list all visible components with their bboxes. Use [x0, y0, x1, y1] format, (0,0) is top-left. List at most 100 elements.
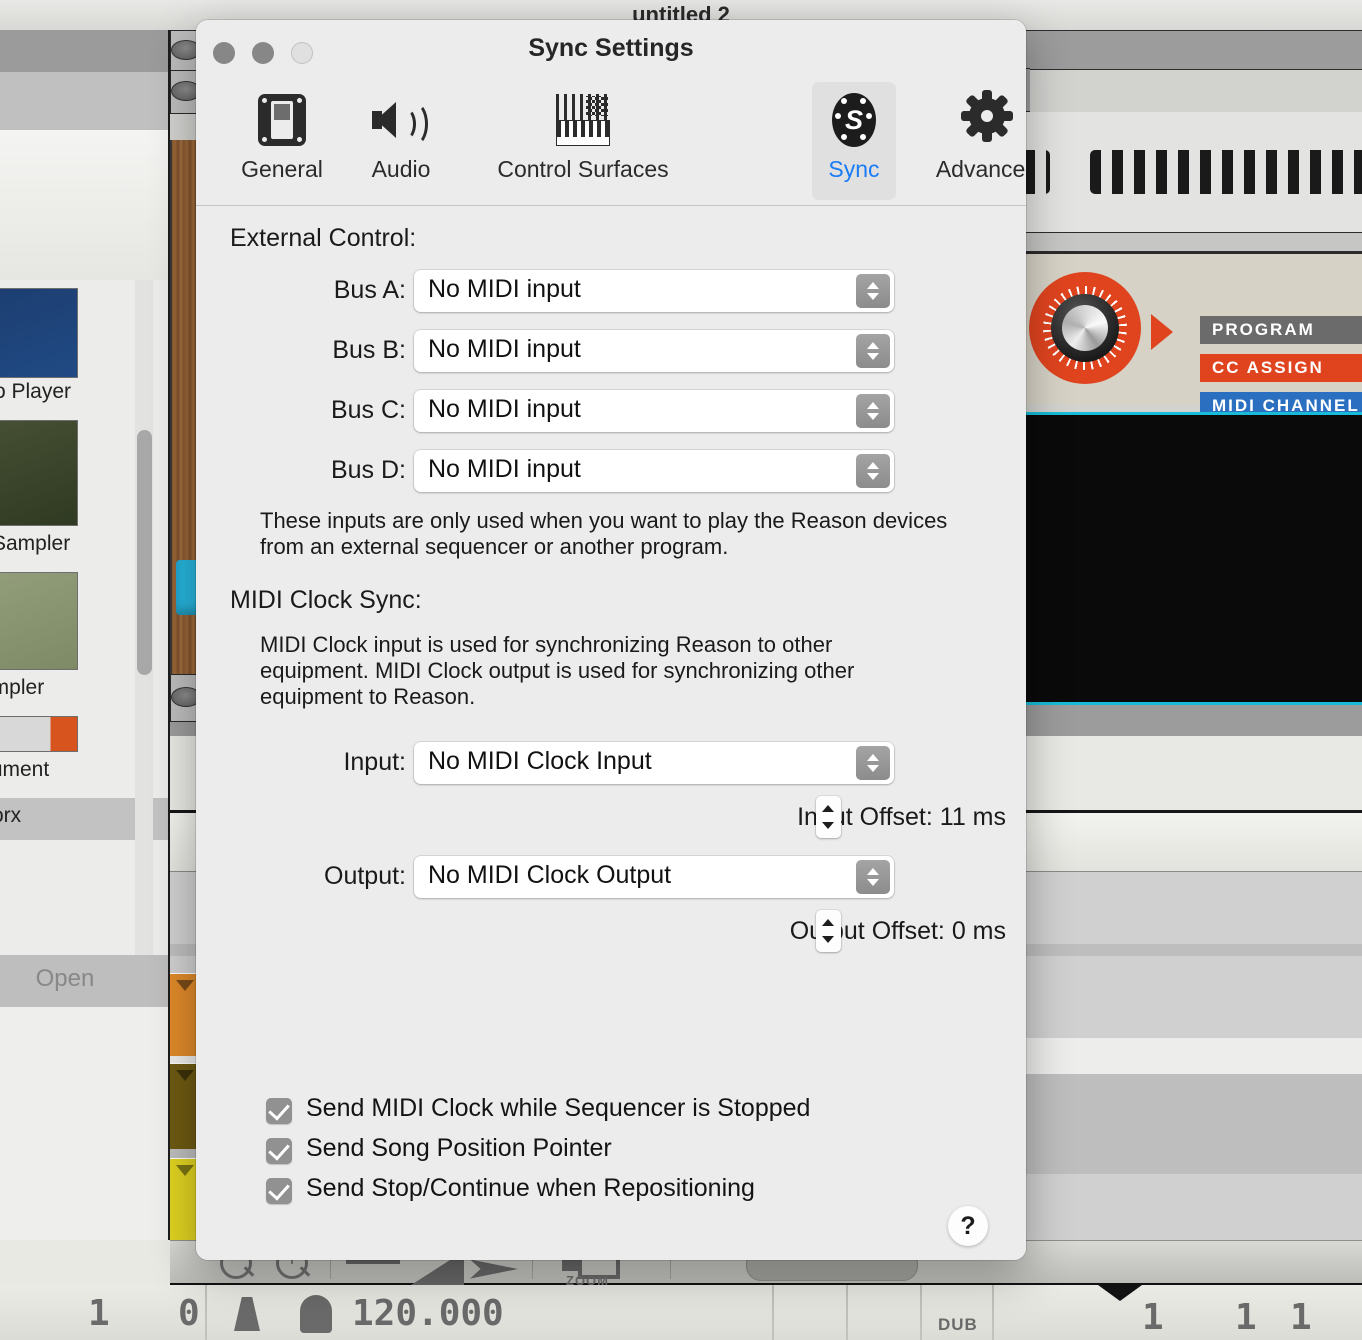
position-bar-value[interactable]: 1 [88, 1293, 110, 1334]
clock-output-select[interactable]: No MIDI Clock Output [414, 856, 894, 898]
bus-c-label: Bus C: [330, 396, 406, 424]
track-color-strip[interactable] [170, 1158, 198, 1243]
bus-d-value: No MIDI input [428, 455, 581, 483]
midi-knob[interactable] [1029, 272, 1141, 384]
transport-bar: 1 0 120.000 DUB 1 1 1 [0, 1285, 1362, 1340]
browser-search-bar: Search [0, 130, 168, 364]
external-control-note-line2: from an external sequencer or another pr… [260, 534, 729, 559]
tab-audio[interactable]: Audio [348, 82, 454, 200]
tab-control-surfaces[interactable]: Control Surfaces [460, 82, 706, 200]
chevron-updown-icon[interactable] [856, 274, 890, 308]
tempo-value[interactable]: 120.000 [352, 1293, 504, 1334]
bus-c-select[interactable]: No MIDI input [414, 390, 894, 432]
browser-topbar [0, 30, 168, 72]
browser-open-button[interactable]: Open [0, 955, 168, 1007]
keyboard-icon [552, 90, 614, 152]
tab-general[interactable]: General [220, 82, 344, 200]
bus-a-select[interactable]: No MIDI input [414, 270, 894, 312]
device-thumbnail[interactable] [0, 716, 78, 752]
stepper-down-icon[interactable] [822, 936, 834, 943]
gear-icon [956, 90, 1018, 152]
tab-sync-label: Sync [828, 156, 880, 182]
input-offset-stepper[interactable] [816, 796, 841, 838]
program-tag[interactable]: PROGRAM [1200, 316, 1362, 344]
stepper-up-icon[interactable] [822, 919, 834, 926]
device-thumbnail[interactable] [0, 420, 78, 526]
track-color-strip[interactable] [170, 973, 198, 1056]
clock-input-value: No MIDI Clock Input [428, 747, 652, 775]
sync-icon: S [823, 90, 885, 152]
tab-general-label: General [241, 156, 323, 182]
browser-pathbar[interactable] [0, 72, 168, 156]
bus-b-value: No MIDI input [428, 335, 581, 363]
send-midi-clock-stopped-checkbox[interactable] [266, 1098, 292, 1124]
vent-grill [1090, 150, 1362, 194]
midi-clock-note-line3: equipment to Reason. [260, 684, 476, 709]
device-label: ampler [0, 676, 45, 699]
dialog-titlebar[interactable]: Sync Settings [196, 20, 1026, 80]
stepper-up-icon[interactable] [822, 805, 834, 812]
bus-b-label: Bus B: [332, 336, 406, 364]
tempo-lock-icon[interactable] [300, 1295, 332, 1333]
chevron-updown-icon[interactable] [856, 746, 890, 780]
device-label: orx [0, 804, 22, 827]
divider [772, 1285, 774, 1340]
speaker-icon [370, 90, 432, 152]
midi-clock-note-line1: MIDI Clock input is used for synchronizi… [260, 632, 833, 657]
sync-settings-dialog: Sync Settings General Audio Control Surf… [196, 20, 1026, 1260]
send-song-position-pointer-label: Send Song Position Pointer [306, 1134, 612, 1162]
bus-c-value: No MIDI input [428, 395, 581, 423]
browser-footer [0, 1007, 168, 1240]
track-color-strip[interactable] [170, 1063, 198, 1149]
tab-advanced[interactable]: Advanced [902, 82, 1026, 200]
chevron-updown-icon[interactable] [856, 334, 890, 368]
clock-input-select[interactable]: No MIDI Clock Input [414, 742, 894, 784]
clock-output-value: No MIDI Clock Output [428, 861, 672, 889]
device-thumbnail[interactable] [0, 288, 78, 378]
chevron-updown-icon[interactable] [856, 394, 890, 428]
device-label: trument [0, 758, 50, 781]
position-beat-value[interactable]: 0 [178, 1293, 200, 1334]
bus-d-label: Bus D: [330, 456, 406, 484]
divider [205, 1285, 207, 1340]
divider [992, 1285, 994, 1340]
send-song-position-pointer-checkbox[interactable] [266, 1138, 292, 1164]
device-label: Sampler [0, 532, 71, 555]
output-offset-stepper[interactable] [816, 910, 841, 952]
right-digit[interactable]: 1 [1142, 1297, 1164, 1338]
tab-control-surfaces-label: Control Surfaces [497, 156, 669, 182]
send-stop-continue-checkbox[interactable] [266, 1178, 292, 1204]
browser-device-list[interactable]: o Player Sampler ampler trument orx [0, 280, 168, 955]
output-offset-label: Output Offset: 0 ms [789, 917, 1006, 945]
input-offset-label: Input Offset: 11 ms [797, 803, 1006, 831]
general-icon [251, 90, 313, 152]
help-button[interactable]: ? [948, 1206, 988, 1246]
right-digit[interactable]: 1 [1290, 1297, 1312, 1338]
external-control-note-line1: These inputs are only used when you want… [260, 508, 948, 533]
midi-knob-cap[interactable] [1051, 294, 1119, 362]
tab-sync[interactable]: S Sync [812, 82, 896, 200]
tab-advanced-label: Advanced [935, 156, 1026, 182]
dialog-toolbar: General Audio Control Surfaces S Sync Ad… [196, 80, 1026, 206]
device-label: o Player [0, 380, 72, 403]
bus-a-value: No MIDI input [428, 275, 581, 303]
bus-a-label: Bus A: [333, 276, 406, 304]
browser-scroll-thumb[interactable] [137, 430, 152, 675]
cc-assign-tag[interactable]: CC ASSIGN [1200, 354, 1362, 382]
right-digit[interactable]: 1 [1235, 1297, 1257, 1338]
device-thumbnail[interactable] [0, 572, 78, 670]
clock-input-label: Input: [343, 748, 406, 776]
tab-audio-label: Audio [371, 156, 431, 182]
bus-b-select[interactable]: No MIDI input [414, 330, 894, 372]
browser-panel: Search o Player Sampler ampler trument o… [0, 30, 170, 1240]
chevron-updown-icon[interactable] [856, 454, 890, 488]
dialog-title: Sync Settings [528, 34, 694, 62]
browser-open-label: Open [35, 965, 95, 992]
midi-clock-note-line2: equipment. MIDI Clock output is used for… [260, 658, 855, 683]
divider [846, 1285, 848, 1340]
dub-label: DUB [938, 1315, 978, 1334]
metronome-icon[interactable] [234, 1297, 260, 1331]
chevron-updown-icon[interactable] [856, 860, 890, 894]
bus-d-select[interactable]: No MIDI input [414, 450, 894, 492]
stepper-down-icon[interactable] [822, 822, 834, 829]
